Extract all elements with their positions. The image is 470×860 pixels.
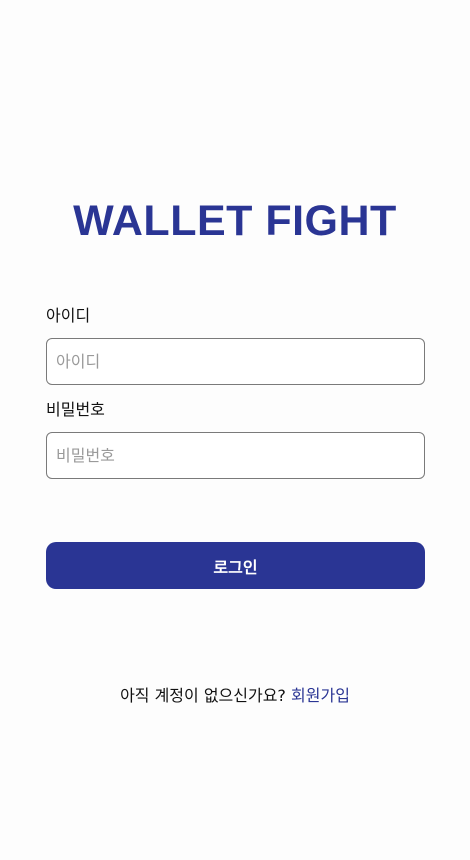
- login-form: 아이디 비밀번호: [46, 304, 425, 479]
- app-title: WALLET FIGHT: [73, 197, 397, 245]
- id-input[interactable]: [46, 338, 425, 385]
- password-label: 비밀번호: [46, 400, 105, 419]
- password-input[interactable]: [46, 432, 425, 479]
- login-button[interactable]: 로그인: [46, 542, 425, 589]
- signup-link[interactable]: 회원가입: [291, 686, 350, 705]
- signup-prompt-text: 아직 계정이 없으신가요?: [120, 686, 286, 705]
- signup-prompt: 아직 계정이 없으신가요? 회원가입: [0, 684, 470, 708]
- id-label: 아이디: [46, 306, 91, 325]
- login-screen: WALLET FIGHT 아이디 비밀번호 로그인 아직 계정이 없으신가요? …: [0, 0, 470, 860]
